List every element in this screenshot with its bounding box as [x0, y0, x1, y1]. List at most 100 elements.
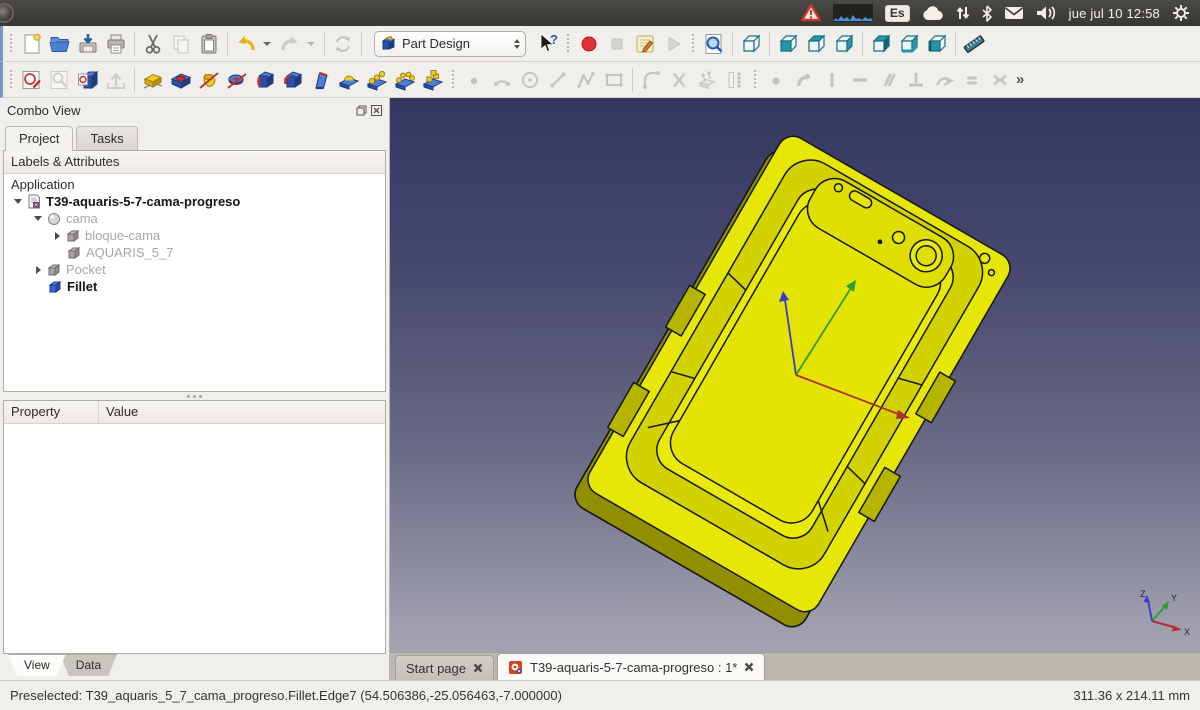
paste-button[interactable]: [195, 30, 223, 58]
refresh-button[interactable]: [329, 30, 357, 58]
constraint-vertical-button[interactable]: [818, 66, 846, 94]
linear-pattern-button[interactable]: [363, 66, 391, 94]
trim-edge-button[interactable]: [665, 66, 693, 94]
expander-icon[interactable]: [32, 216, 44, 221]
whats-this-button[interactable]: ?: [534, 30, 562, 58]
fit-all-button[interactable]: [700, 30, 728, 58]
expander-icon[interactable]: [51, 232, 63, 240]
volume-icon[interactable]: [1036, 5, 1057, 21]
macro-edit-button[interactable]: [631, 30, 659, 58]
tree-item-fillet[interactable]: Fillet: [4, 278, 385, 295]
tab-project[interactable]: Project: [5, 126, 73, 151]
tree-item-bloque-cama[interactable]: bloque-cama: [4, 227, 385, 244]
panel-splitter[interactable]: [0, 392, 389, 400]
mail-icon[interactable]: [1004, 6, 1024, 20]
workbench-spinner[interactable]: [514, 39, 520, 49]
chamfer-button[interactable]: [279, 66, 307, 94]
bottom-view-button[interactable]: [895, 30, 923, 58]
expander-icon[interactable]: [32, 266, 44, 274]
leave-sketch-button[interactable]: [102, 66, 130, 94]
keyboard-layout-indicator[interactable]: Es: [885, 5, 910, 22]
3d-model-cama[interactable]: Z Y X: [390, 98, 1199, 652]
tree-item-document[interactable]: T39-aquaris-5-7-cama-progreso: [4, 193, 385, 210]
constraint-parallel-button[interactable]: [874, 66, 902, 94]
map-sketch-button[interactable]: [74, 66, 102, 94]
updown-arrows-icon[interactable]: [956, 5, 970, 21]
constraint-symmetric-button[interactable]: [986, 66, 1014, 94]
redo-button[interactable]: [276, 30, 304, 58]
create-point-button[interactable]: [460, 66, 488, 94]
measure-button[interactable]: [960, 30, 988, 58]
view-sketch-button[interactable]: [46, 66, 74, 94]
external-geometry-button[interactable]: [693, 66, 721, 94]
redo-dropdown[interactable]: [304, 30, 320, 58]
toolbar-grip[interactable]: [8, 34, 15, 54]
macro-play-button[interactable]: [659, 30, 687, 58]
toolbar-grip[interactable]: [8, 70, 15, 90]
undo-button[interactable]: [232, 30, 260, 58]
session-gear-icon[interactable]: [1172, 4, 1190, 22]
create-polyline-button[interactable]: [572, 66, 600, 94]
create-rectangle-button[interactable]: [600, 66, 628, 94]
system-monitor-graph[interactable]: [833, 4, 873, 22]
tab-view[interactable]: View: [8, 654, 66, 676]
copy-button[interactable]: [167, 30, 195, 58]
right-view-button[interactable]: [830, 30, 858, 58]
new-sketch-button[interactable]: [18, 66, 46, 94]
pad-button[interactable]: [139, 66, 167, 94]
cut-button[interactable]: [139, 30, 167, 58]
float-panel-icon[interactable]: [356, 105, 367, 116]
open-file-button[interactable]: [46, 30, 74, 58]
expander-icon[interactable]: [12, 199, 24, 204]
constraint-equal-button[interactable]: [958, 66, 986, 94]
front-view-button[interactable]: [774, 30, 802, 58]
top-view-button[interactable]: [802, 30, 830, 58]
fillet-sketch-button[interactable]: [637, 66, 665, 94]
constraint-tangent-button[interactable]: [930, 66, 958, 94]
create-arc-button[interactable]: [488, 66, 516, 94]
tab-tasks[interactable]: Tasks: [76, 126, 137, 150]
create-line-button[interactable]: [544, 66, 572, 94]
draft-button[interactable]: [307, 66, 335, 94]
groove-button[interactable]: [223, 66, 251, 94]
undo-dropdown[interactable]: [260, 30, 276, 58]
tree-item-pocket[interactable]: Pocket: [4, 261, 385, 278]
tree-item-cama[interactable]: cama: [4, 210, 385, 227]
left-view-button[interactable]: [923, 30, 951, 58]
fillet-button[interactable]: [251, 66, 279, 94]
mirrored-button[interactable]: [335, 66, 363, 94]
print-button[interactable]: [102, 30, 130, 58]
carbon-copy-button[interactable]: [721, 66, 749, 94]
cloud-icon[interactable]: [922, 6, 944, 21]
axonometric-view-button[interactable]: [737, 30, 765, 58]
tab-data[interactable]: Data: [60, 654, 117, 676]
constraint-perpendicular-button[interactable]: [902, 66, 930, 94]
save-button[interactable]: [74, 30, 102, 58]
create-circle-button[interactable]: [516, 66, 544, 94]
polar-pattern-button[interactable]: [391, 66, 419, 94]
warning-icon[interactable]: [801, 4, 821, 22]
3d-viewport[interactable]: Z Y X: [390, 98, 1200, 652]
constraint-horizontal-button[interactable]: [846, 66, 874, 94]
app-circle-icon[interactable]: [0, 3, 14, 23]
close-panel-icon[interactable]: [371, 105, 382, 116]
multitransform-button[interactable]: [419, 66, 447, 94]
revolution-button[interactable]: [195, 66, 223, 94]
tree-item-aquaris[interactable]: AQUARIS_5_7: [4, 244, 385, 261]
tab-start-page[interactable]: Start page: [395, 655, 494, 680]
bluetooth-icon[interactable]: [982, 5, 992, 22]
new-file-button[interactable]: [18, 30, 46, 58]
toolbar-overflow-button[interactable]: »: [1016, 71, 1024, 88]
rear-view-button[interactable]: [867, 30, 895, 58]
clock[interactable]: jue jul 10 12:58: [1069, 6, 1160, 21]
property-column-header[interactable]: Property: [4, 401, 99, 423]
close-tab-icon[interactable]: [473, 663, 483, 673]
macro-stop-button[interactable]: [603, 30, 631, 58]
pocket-button[interactable]: [167, 66, 195, 94]
workbench-selector[interactable]: Part Design: [374, 31, 526, 57]
tab-document[interactable]: T39-aquaris-5-7-cama-progreso : 1*: [497, 653, 765, 680]
close-tab-icon[interactable]: [744, 662, 754, 672]
tree-root-application[interactable]: Application: [4, 176, 385, 193]
constraint-coincident-button[interactable]: [762, 66, 790, 94]
value-column-header[interactable]: Value: [99, 401, 145, 423]
